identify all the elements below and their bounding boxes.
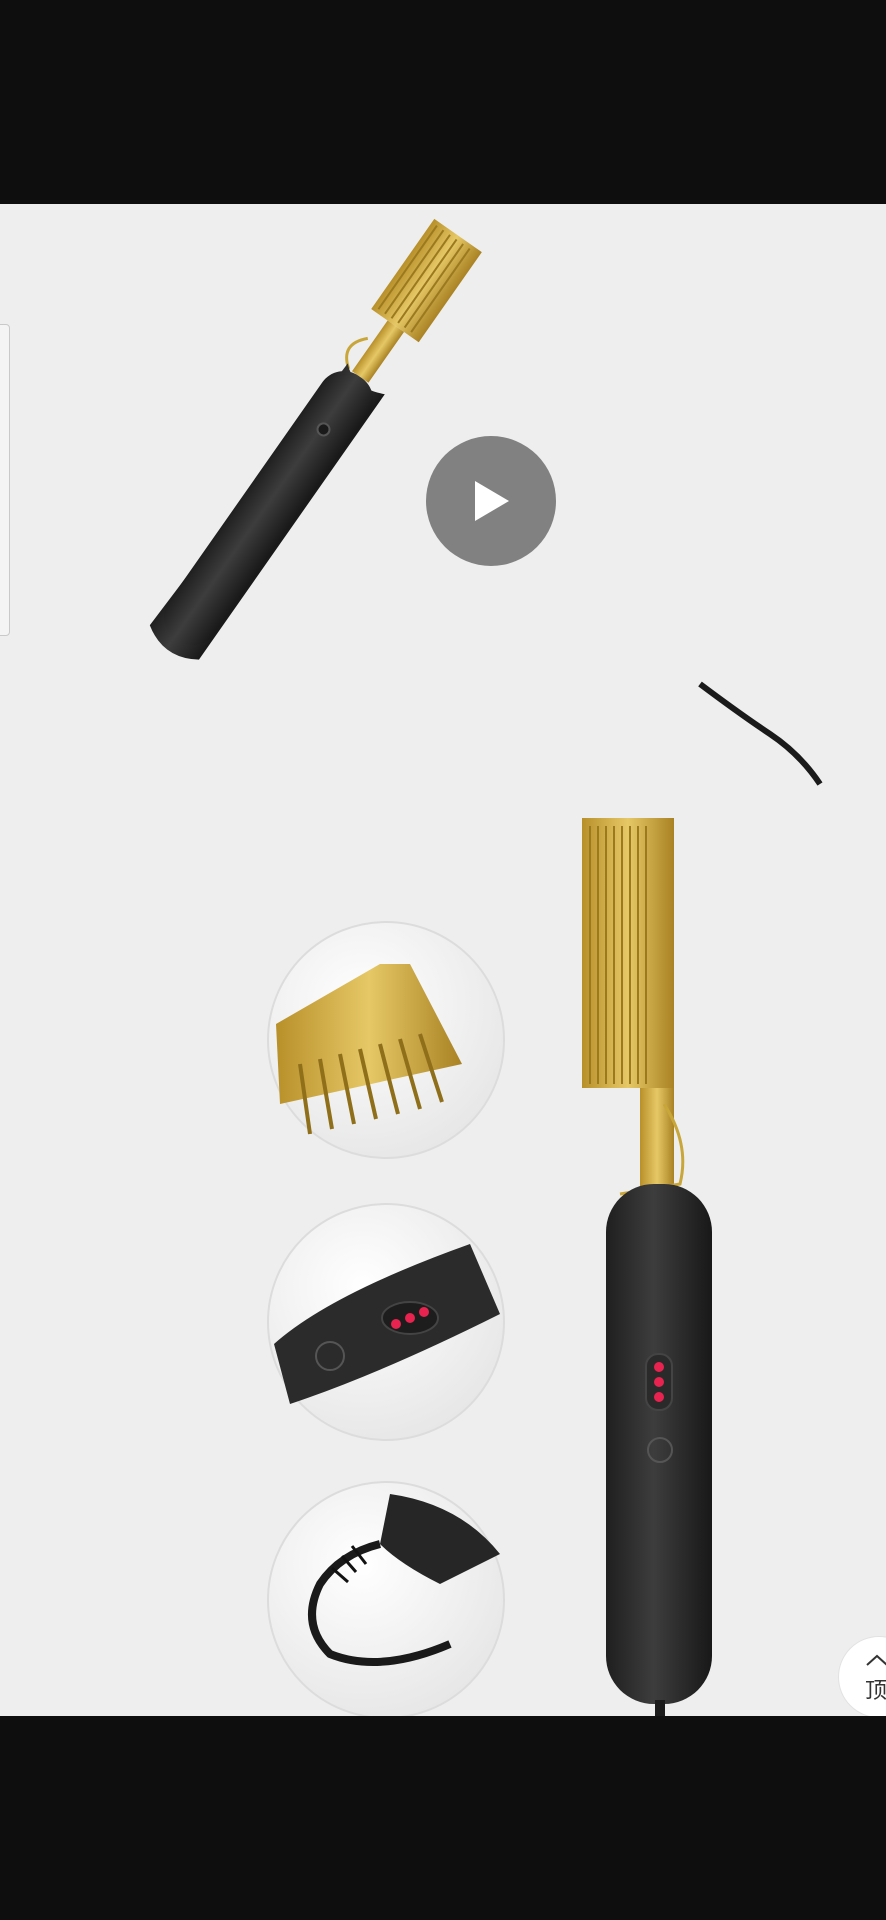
letterbox-bottom (0, 1716, 886, 1920)
chevron-up-icon (866, 1654, 886, 1666)
video-viewport[interactable]: 顶 (0, 204, 886, 1716)
play-icon (475, 481, 509, 521)
product-image (149, 218, 823, 1716)
comb-vertical (582, 818, 712, 1716)
detail-lens-cord (267, 1481, 505, 1716)
back-to-top-label: 顶 (865, 1678, 886, 1703)
detail-lens-controls (267, 1203, 505, 1441)
detail-lens-teeth (267, 921, 505, 1159)
comb-diagonal (149, 218, 482, 660)
letterbox-top (0, 0, 886, 204)
play-button[interactable] (426, 436, 556, 566)
